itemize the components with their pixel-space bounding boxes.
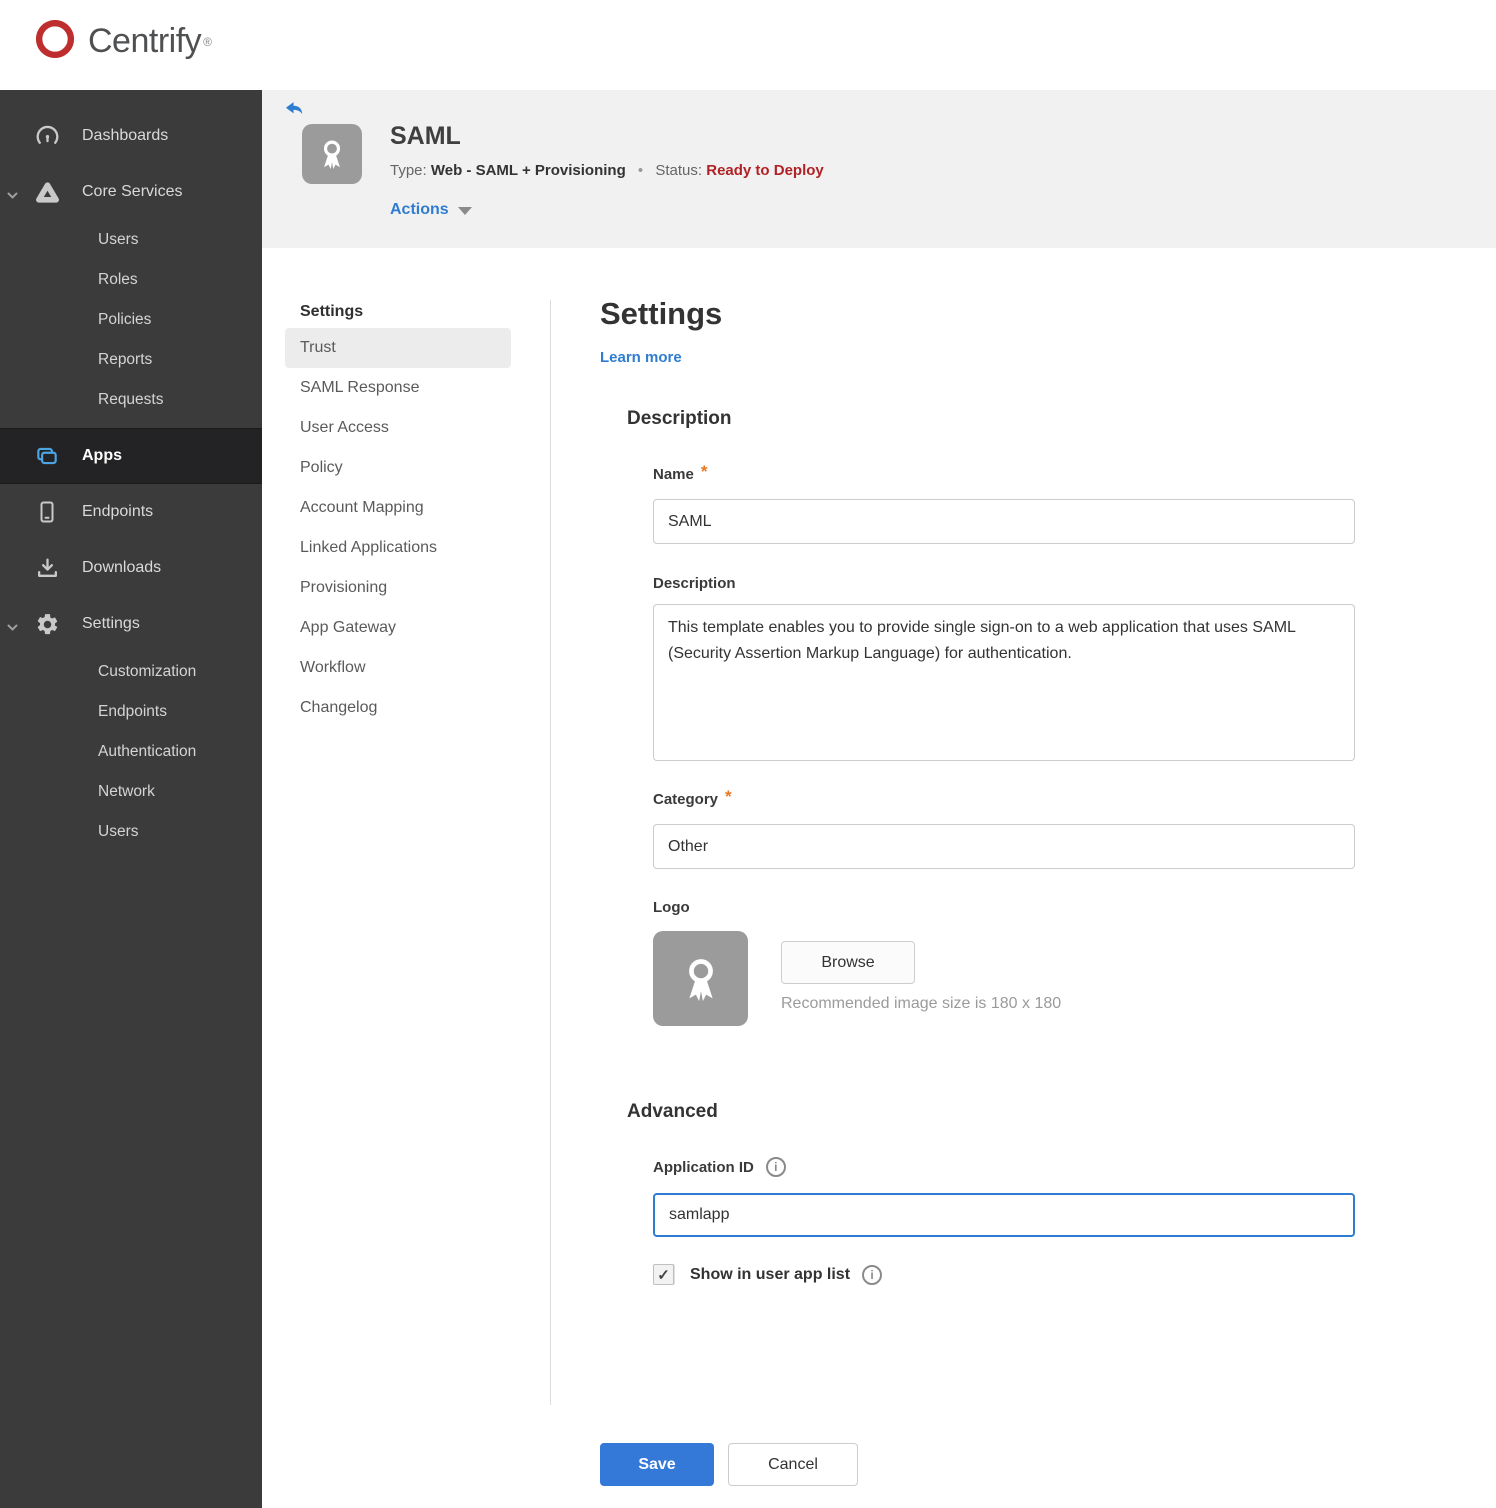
- sidebar-item-core-services[interactable]: Core Services: [0, 164, 262, 220]
- name-label: Name *: [653, 461, 708, 484]
- subnav-heading: Settings: [300, 303, 364, 320]
- chevron-down-icon: [7, 187, 18, 205]
- sidebar-item-reports[interactable]: Reports: [0, 340, 262, 380]
- sidebar-item-requests[interactable]: Requests: [0, 380, 262, 420]
- subnav-item-linked-applications[interactable]: Linked Applications: [285, 528, 511, 568]
- status-value: Ready to Deploy: [706, 162, 824, 179]
- subnav-item-changelog[interactable]: Changelog: [285, 688, 511, 728]
- gauge-icon: [34, 123, 60, 149]
- brand: Centrify ®: [30, 14, 212, 69]
- triangle-network-icon: [34, 179, 60, 205]
- logo-label: Logo: [653, 899, 690, 916]
- required-asterisk: *: [700, 461, 708, 481]
- sidebar-item-endpoints[interactable]: Endpoints: [0, 484, 262, 540]
- app-title: SAML: [390, 122, 461, 150]
- gear-icon: [34, 611, 60, 637]
- application-id-input[interactable]: [653, 1193, 1355, 1237]
- stacked-windows-icon: [34, 443, 60, 469]
- status-label: Status:: [655, 162, 703, 179]
- sidebar-item-settings-endpoints[interactable]: Endpoints: [0, 692, 262, 732]
- category-input[interactable]: [653, 824, 1355, 869]
- page: Centrify ® Dashboards Core Services User…: [0, 0, 1496, 1508]
- app-meta: Type: Web - SAML + Provisioning • Status…: [390, 162, 824, 179]
- save-button[interactable]: Save: [600, 1443, 714, 1486]
- description-section-heading: Description: [627, 408, 732, 429]
- advanced-section-heading: Advanced: [627, 1101, 718, 1122]
- subnav-item-user-access[interactable]: User Access: [285, 408, 511, 448]
- sidebar-item-users[interactable]: Users: [0, 220, 262, 260]
- description-label: Description: [653, 575, 736, 592]
- top-bar: Centrify ®: [0, 0, 1496, 90]
- description-textarea[interactable]: This template enables you to provide sin…: [653, 604, 1355, 761]
- brand-trademark: ®: [203, 34, 212, 49]
- content-divider: [550, 300, 551, 1405]
- subnav-item-account-mapping[interactable]: Account Mapping: [285, 488, 511, 528]
- sidebar-item-authentication[interactable]: Authentication: [0, 732, 262, 772]
- chevron-down-icon: [7, 619, 18, 637]
- logo-recommendation: Recommended image size is 180 x 180: [781, 995, 1062, 1012]
- info-circle-icon[interactable]: i: [862, 1265, 883, 1285]
- app-subnav: Settings Trust SAML Response User Access…: [285, 296, 511, 728]
- subnav-item-trust[interactable]: Trust: [285, 328, 511, 368]
- subnav-item-workflow[interactable]: Workflow: [285, 648, 511, 688]
- show-in-app-list-label: Show in user app list i: [690, 1265, 883, 1285]
- subnav-item-provisioning[interactable]: Provisioning: [285, 568, 511, 608]
- caret-down-icon: [457, 207, 472, 215]
- type-label: Type:: [390, 162, 427, 179]
- required-asterisk: *: [725, 786, 732, 806]
- sidebar-item-roles[interactable]: Roles: [0, 260, 262, 300]
- type-value: Web - SAML + Provisioning: [430, 162, 626, 179]
- app-header-band: SAML Type: Web - SAML + Provisioning • S…: [262, 90, 1496, 248]
- back-button[interactable]: [283, 98, 305, 120]
- cancel-button[interactable]: Cancel: [728, 1443, 858, 1486]
- application-id-label: Application ID i: [653, 1157, 786, 1177]
- subnav-item-app-gateway[interactable]: App Gateway: [285, 608, 511, 648]
- sidebar-item-downloads[interactable]: Downloads: [0, 540, 262, 596]
- subnav-item-saml-response[interactable]: SAML Response: [285, 368, 511, 408]
- sidebar-item-network[interactable]: Network: [0, 772, 262, 812]
- learn-more-link[interactable]: Learn more: [600, 349, 682, 366]
- sidebar: Dashboards Core Services Users Roles Pol…: [0, 90, 262, 1508]
- name-input[interactable]: [653, 499, 1355, 544]
- sidebar-item-policies[interactable]: Policies: [0, 300, 262, 340]
- sidebar-item-dashboards[interactable]: Dashboards: [0, 108, 262, 164]
- centrify-swirl-icon: [30, 14, 80, 69]
- app-logo-preview: [653, 931, 748, 1026]
- show-in-app-list-checkbox[interactable]: ✓: [653, 1264, 674, 1285]
- sidebar-item-customization[interactable]: Customization: [0, 652, 262, 692]
- download-icon: [34, 555, 60, 581]
- sidebar-item-settings[interactable]: Settings: [0, 596, 262, 652]
- info-circle-icon[interactable]: i: [765, 1157, 786, 1177]
- sidebar-item-settings-users[interactable]: Users: [0, 812, 262, 852]
- page-title: Settings: [600, 296, 723, 331]
- ribbon-award-icon: [302, 124, 362, 184]
- brand-name: Centrify: [88, 22, 202, 60]
- ribbon-award-icon: [688, 958, 713, 1001]
- browse-button[interactable]: Browse: [781, 941, 915, 984]
- sidebar-item-apps[interactable]: Apps: [0, 428, 262, 484]
- subnav-item-policy[interactable]: Policy: [285, 448, 511, 488]
- smartphone-icon: [34, 499, 60, 525]
- category-label: Category *: [653, 786, 732, 809]
- actions-button[interactable]: Actions: [390, 201, 472, 219]
- meta-separator: •: [637, 162, 644, 179]
